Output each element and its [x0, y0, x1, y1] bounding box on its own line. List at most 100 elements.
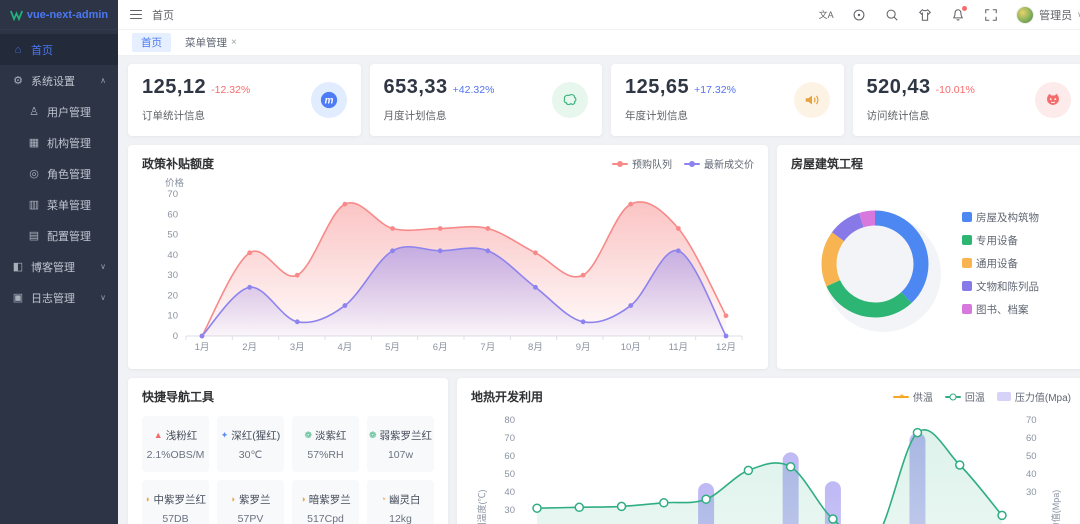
sidebar-item[interactable]: ▣ 日志管理∨ — [0, 282, 118, 313]
stats-row: 125,12-12.32% 订单统计信息 m 653,33+42.32% 月度计… — [128, 64, 1080, 136]
org-icon: ▦ — [28, 136, 40, 149]
sidebar-item[interactable]: ▥ 菜单管理 — [0, 189, 118, 220]
svg-text:供回温度(℃): 供回温度(℃) — [476, 490, 487, 524]
quick-nav-card[interactable]: ▲浅粉红 2.1%OBS/M — [142, 416, 209, 472]
svg-text:9月: 9月 — [576, 342, 591, 353]
quick-nav-grid: ▲浅粉红 2.1%OBS/M✦深红(猩红) 30℃❁淡紫红 57%RH❁弱紫罗兰… — [142, 416, 434, 524]
legend-label: 文物和陈列品 — [976, 279, 1039, 294]
legend-item[interactable]: 文物和陈列品 — [962, 279, 1039, 294]
notification-icon[interactable] — [950, 7, 966, 23]
quick-nav-value: 2.1%OBS/M — [147, 449, 205, 461]
stat-value: 125,65 — [625, 76, 689, 98]
search-icon[interactable] — [884, 7, 900, 23]
quick-nav-card[interactable]: ❁弱紫罗兰红 107w — [367, 416, 434, 472]
stat-card-annual-plan[interactable]: 125,65+17.32% 年度计划信息 — [611, 64, 844, 136]
fullscreen-icon[interactable] — [983, 7, 999, 23]
svg-text:1月: 1月 — [195, 342, 210, 353]
quick-nav-name: 淡紫红 — [315, 428, 347, 443]
svg-text:8月: 8月 — [528, 342, 543, 353]
sidebar-item[interactable]: ♙ 用户管理 — [0, 96, 118, 127]
svg-text:40: 40 — [1026, 469, 1037, 480]
sidebar-item[interactable]: ◧ 博客管理∨ — [0, 251, 118, 282]
sidebar-item-label: 用户管理 — [47, 104, 91, 120]
legend-label: 供温 — [913, 389, 933, 404]
legend-item[interactable]: 压力值(Mpa) — [997, 389, 1071, 404]
role-icon: ◎ — [28, 167, 40, 180]
line-chart[interactable]: 价格0102030405060701月2月3月4月5月6月7月8月9月10月11… — [142, 172, 752, 364]
stat-delta: -12.32% — [211, 84, 250, 96]
quick-nav-value: 12kg — [389, 513, 412, 524]
sidebar-item-label: 日志管理 — [31, 290, 75, 306]
quick-nav-value: 517Cpd — [307, 513, 344, 524]
tab-home[interactable]: 首页 — [132, 33, 171, 52]
quick-nav-name: 浅粉红 — [166, 428, 198, 443]
svg-text:30: 30 — [504, 505, 515, 516]
moon-icon: ◗ — [145, 494, 150, 504]
stat-card-visits[interactable]: 520,43-10.01% 访问统计信息 — [853, 64, 1080, 136]
sidebar-item[interactable]: ▤ 配置管理 — [0, 220, 118, 251]
panel-title: 地热开发利用 — [471, 388, 543, 405]
tab-menu-management[interactable]: 菜单管理 × — [185, 35, 237, 50]
quick-nav-card[interactable]: ◗中紫罗兰红 57DB — [142, 480, 209, 524]
sidebar: vue-next-admin ⌂ 首页⚙ 系统设置∧♙ 用户管理▦ 机构管理◎ … — [0, 0, 118, 524]
user-name: 管理员 — [1039, 7, 1072, 23]
quick-nav-value: 57PV — [238, 513, 264, 524]
legend-item[interactable]: 最新成交价 — [684, 156, 754, 171]
svg-text:3月: 3月 — [290, 342, 305, 353]
user-menu[interactable]: 管理员 ∨ — [1016, 6, 1080, 24]
sidebar-menu: ⌂ 首页⚙ 系统设置∧♙ 用户管理▦ 机构管理◎ 角色管理▥ 菜单管理▤ 配置管… — [0, 30, 118, 313]
stat-delta: -10.01% — [936, 84, 975, 96]
donut-chart[interactable] — [791, 172, 956, 354]
legend-item[interactable]: 房屋及构筑物 — [962, 210, 1039, 225]
quick-nav-card[interactable]: ◗紫罗兰 57PV — [217, 480, 284, 524]
component-size-icon[interactable] — [851, 7, 867, 23]
close-icon[interactable]: × — [231, 37, 237, 48]
svg-text:70: 70 — [504, 433, 515, 444]
quick-nav-name: 深红(猩红) — [231, 428, 280, 443]
sidebar-item[interactable]: ▦ 机构管理 — [0, 127, 118, 158]
hamburger-icon[interactable] — [130, 10, 142, 20]
quick-nav-card[interactable]: ❁淡紫红 57%RH — [292, 416, 359, 472]
svg-text:80: 80 — [504, 415, 515, 426]
legend-item[interactable]: 回温 — [945, 389, 985, 404]
legend-label: 最新成交价 — [704, 156, 754, 171]
quick-nav-name: 紫罗兰 — [239, 492, 271, 507]
language-icon[interactable]: 文A — [818, 7, 834, 23]
legend-label: 压力值(Mpa) — [1015, 389, 1071, 404]
quick-nav-card[interactable]: ◔幽灵白 12kg — [367, 480, 434, 524]
app-logo[interactable]: vue-next-admin — [0, 0, 118, 30]
legend-item[interactable]: ✶供温 — [893, 389, 933, 404]
line-bar-chart[interactable]: 8070605040307060504030供回温度(℃)压力值(Mpa) — [471, 405, 1071, 524]
legend-item[interactable]: 专用设备 — [962, 233, 1039, 248]
quick-nav-card[interactable]: ◑暗紫罗兰 517Cpd — [292, 480, 359, 524]
sidebar-item[interactable]: ⌂ 首页 — [0, 34, 118, 65]
legend-item[interactable]: 通用设备 — [962, 256, 1039, 271]
panel-title: 快捷导航工具 — [142, 390, 214, 404]
log-icon: ▣ — [12, 291, 24, 304]
quick-nav-card[interactable]: ✦深红(猩红) 30℃ — [217, 416, 284, 472]
topbar: 首页 文A 管理员 ∨ — [118, 0, 1080, 30]
quick-nav-name: 暗紫罗兰 — [309, 492, 351, 507]
menu-grid-icon: ▥ — [28, 198, 40, 211]
legend-item[interactable]: 图书、档案 — [962, 302, 1039, 317]
svg-text:12月: 12月 — [716, 342, 736, 353]
logo-icon — [10, 9, 23, 21]
sidebar-item[interactable]: ⚙ 系统设置∧ — [0, 65, 118, 96]
sidebar-item-label: 菜单管理 — [47, 197, 91, 213]
tabs-bar: 首页 菜单管理 × — [118, 30, 1080, 56]
stat-card-monthly-plan[interactable]: 653,33+42.32% 月度计划信息 — [370, 64, 603, 136]
stat-card-orders[interactable]: 125,12-12.32% 订单统计信息 m — [128, 64, 361, 136]
moon-icon: ◗ — [231, 494, 236, 504]
breadcrumb[interactable]: 首页 — [152, 7, 174, 23]
theme-icon[interactable] — [917, 7, 933, 23]
stat-delta: +42.32% — [453, 84, 495, 96]
quick-nav-value: 107w — [388, 449, 413, 461]
legend-item[interactable]: 预购队列 — [612, 156, 672, 171]
stat-value: 653,33 — [384, 76, 448, 98]
quick-nav-value: 30℃ — [239, 449, 262, 461]
svg-text:30: 30 — [1026, 487, 1037, 498]
sidebar-item[interactable]: ◎ 角色管理 — [0, 158, 118, 189]
svg-text:0: 0 — [173, 331, 178, 342]
home-icon: ⌂ — [12, 44, 24, 56]
svg-text:40: 40 — [504, 487, 515, 498]
